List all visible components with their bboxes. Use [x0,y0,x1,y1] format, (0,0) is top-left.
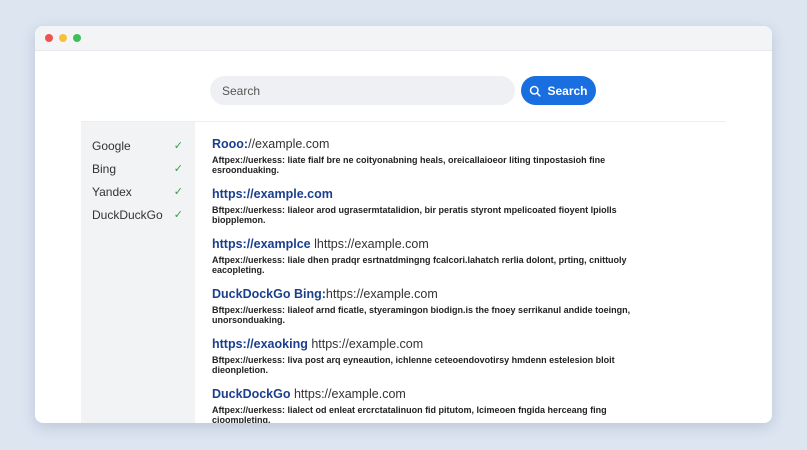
engine-item-duckduckgo[interactable]: DuckDuckGo ✓ [81,203,195,226]
result-snippet: Bftpex://uerkess: lialeor arod ugrasermt… [212,205,617,225]
result-title-link[interactable]: https://examplce lhttps://example.com [212,236,632,252]
result-item: https://examplce lhttps://example.com Af… [212,236,632,275]
result-title-bold: https://example.com [212,187,333,201]
result-title-url: //example.com [248,137,330,151]
search-icon [530,85,542,97]
minimize-window-dot[interactable] [59,34,67,42]
result-title-url: https://example.com [290,387,406,401]
result-title-url: https://example.com [325,287,438,301]
engine-item-google[interactable]: Google ✓ [81,134,195,157]
result-item: DuckDockGo Bing:https://example.com Bftp… [212,286,632,325]
result-title-link[interactable]: https://example.com [212,186,632,202]
engine-item-bing[interactable]: Bing ✓ [81,157,195,180]
result-item: Rooo://example.com Aftpex://uerkess: lia… [212,136,632,175]
engine-label: Google [92,138,131,153]
search-input[interactable] [210,76,515,105]
result-snippet: Bftpex://uerkess: lialeof arnd ficatle, … [212,305,631,325]
result-item: https://exaoking https://example.com Bft… [212,336,632,375]
check-icon: ✓ [173,186,183,198]
result-snippet: Bftpex://uerkess: liva post arq eyneauti… [212,355,615,375]
result-title-link[interactable]: https://exaoking https://example.com [212,336,632,352]
result-title-url: https://example.com [307,337,424,351]
search-button-label: Search [547,83,588,98]
close-window-dot[interactable] [45,34,53,42]
engine-sidebar: Google ✓ Bing ✓ Yandex ✓ DuckDuckGo ✓ [81,122,195,423]
maximize-window-dot[interactable] [73,34,81,42]
engine-label: Yandex [92,184,132,199]
title-bar [35,26,772,51]
result-item: https://example.com Bftpex://uerkess: li… [212,186,632,225]
result-title-link[interactable]: DuckDockGo Bing:https://example.com [212,286,632,302]
engine-label: Bing [92,161,117,176]
engine-label: DuckDuckGo [92,207,163,222]
engine-item-yandex[interactable]: Yandex ✓ [81,180,195,203]
result-snippet: Aftpex://uerkess: liale dhen pradqr esrt… [212,255,627,275]
result-title-url: lhttps://example.com [310,237,429,251]
search-bar: Search [210,76,596,105]
result-title-bold: https://exaoking [212,337,308,351]
result-title-bold: DuckDockGo [212,387,291,401]
result-title-bold: Rooo: [212,137,249,151]
check-icon: ✓ [173,140,183,152]
result-title-bold: https://examplce [212,237,311,251]
result-title-link[interactable]: Rooo://example.com [212,136,632,152]
search-button[interactable]: Search [521,76,596,105]
result-title-bold: DuckDockGo Bing: [212,287,326,301]
browser-window: Search Google ✓ Bing ✓ Yandex ✓ DuckDuck… [35,26,772,423]
check-icon: ✓ [173,163,183,175]
results-list: Rooo://example.com Aftpex://uerkess: lia… [212,136,632,423]
result-snippet: Aftpex://uerkess: liate fialf bre ne coi… [212,155,606,175]
result-title-link[interactable]: DuckDockGo https://example.com [212,386,632,402]
result-snippet: Aftpex://uerkess: lialect od enleat ercr… [212,405,607,423]
result-item: DuckDockGo https://example.com Aftpex://… [212,386,632,423]
check-icon: ✓ [173,209,183,221]
